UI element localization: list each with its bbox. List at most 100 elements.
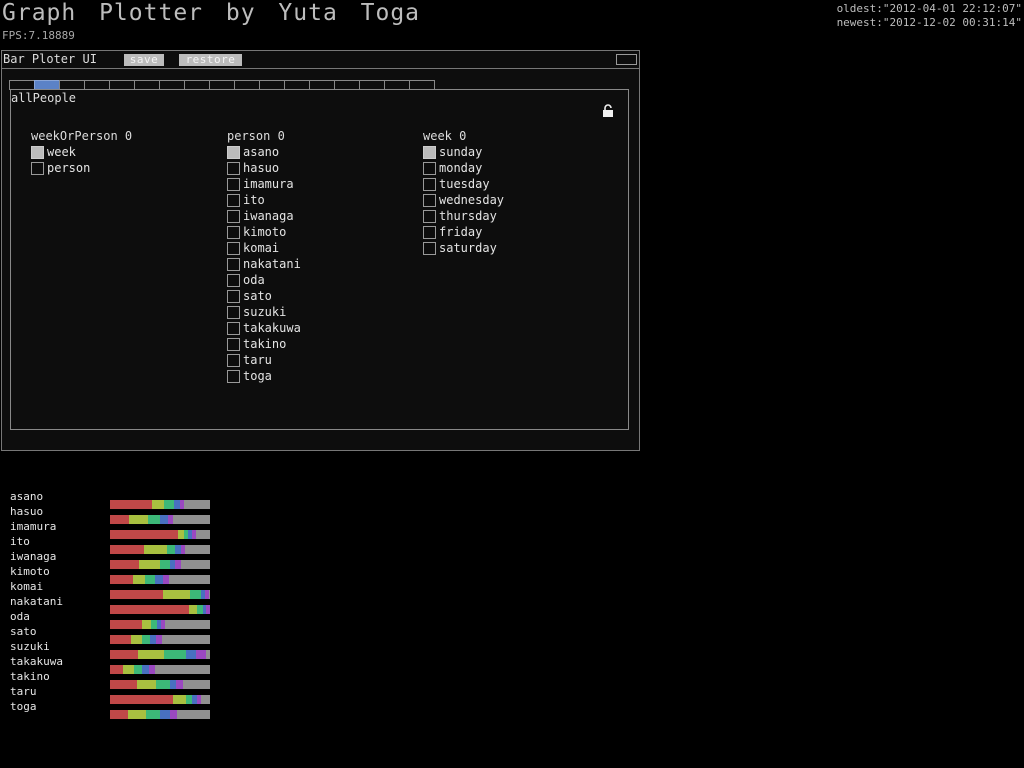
bar-label-oda: oda [10,610,30,623]
checkbox-takino[interactable]: takino [227,336,301,352]
checkbox-komai[interactable]: komai [227,240,301,256]
checkbox-box[interactable] [227,273,240,287]
checkbox-thursday[interactable]: thursday [423,208,504,224]
bar-segment [110,710,128,719]
checkbox-box[interactable] [227,353,240,367]
bar-segment [110,695,173,704]
checkbox-group-header: week 0 [423,129,467,143]
checkbox-ito[interactable]: ito [227,192,301,208]
restore-button[interactable]: restore [179,54,242,66]
checkbox-saturday[interactable]: saturday [423,240,504,256]
checkbox-box[interactable] [423,193,436,207]
checkbox-wednesday[interactable]: wednesday [423,192,504,208]
minimize-button[interactable] [616,54,637,65]
bar-segment [110,605,190,614]
bar-row-imamura [110,530,210,539]
bar-segment [110,620,142,629]
checkbox-label: oda [243,273,265,287]
bar-segment [146,710,160,719]
checkbox-week[interactable]: week [31,144,132,160]
bar-segment [110,590,163,599]
lock-icon[interactable] [601,104,615,118]
bar-segment [145,575,155,584]
checkbox-box[interactable] [227,193,240,207]
bar-segment [155,665,210,674]
bar-segment [163,590,190,599]
checkbox-box[interactable] [227,305,240,319]
checkbox-box[interactable] [423,161,436,175]
checkbox-box[interactable] [227,369,240,383]
bar-plotter-panel: Bar Ploter UI save restore allPeople wee… [1,50,640,451]
checkbox-sato[interactable]: sato [227,288,301,304]
checkbox-person[interactable]: person [31,160,132,176]
bar-segment [165,620,210,629]
checkbox-sunday[interactable]: sunday [423,144,504,160]
bar-segment [177,710,210,719]
bar-segment [148,515,160,524]
bar-segment [138,650,164,659]
checkbox-box[interactable] [423,177,436,191]
checkbox-box[interactable] [423,241,436,255]
bar-segment [189,605,198,614]
bar-row-takino [110,680,210,689]
checkbox-box[interactable] [227,177,240,191]
checkbox-box[interactable] [227,225,240,239]
bar-segment [110,515,129,524]
newest-timestamp: newest:"2012-12-02 00:31:14" [836,16,1022,29]
checkbox-suzuki[interactable]: suzuki [227,304,301,320]
checkbox-box[interactable] [227,289,240,303]
checkbox-box[interactable] [31,145,44,159]
checkbox-label: wednesday [439,193,505,207]
checkbox-tuesday[interactable]: tuesday [423,176,504,192]
checkbox-taru[interactable]: taru [227,352,301,368]
checkbox-label: monday [439,161,483,175]
bar-segment [144,545,167,554]
panel-title: Bar Ploter UI [3,52,97,66]
checkbox-box[interactable] [423,225,436,239]
bar-segment [173,695,186,704]
checkbox-box[interactable] [227,209,240,223]
checkbox-box[interactable] [227,145,240,159]
checkbox-box[interactable] [227,257,240,271]
checkbox-asano[interactable]: asano [227,144,301,160]
checkbox-oda[interactable]: oda [227,272,301,288]
checkbox-box[interactable] [227,241,240,255]
checkbox-box[interactable] [423,209,436,223]
bar-label-ito: ito [10,535,30,548]
checkbox-box[interactable] [227,337,240,351]
bar-segment [142,635,150,644]
checkbox-toga[interactable]: toga [227,368,301,384]
bar-segment [134,665,142,674]
checkbox-hasuo[interactable]: hasuo [227,160,301,176]
save-button[interactable]: save [124,54,164,66]
bar-segment [206,650,210,659]
bar-segment [137,680,156,689]
oldest-timestamp: oldest:"2012-04-01 22:12:07" [836,2,1022,15]
checkbox-imamura[interactable]: imamura [227,176,301,192]
bar-row-ito [110,545,210,554]
checkbox-iwanaga[interactable]: iwanaga [227,208,301,224]
checkbox-friday[interactable]: friday [423,224,504,240]
content-area: allPeople weekOrPerson 0 week person person… [10,89,629,430]
checkbox-label: nakatani [243,257,301,271]
bar-segment [176,680,183,689]
checkbox-nakatani[interactable]: nakatani [227,256,301,272]
checkbox-takakuwa[interactable]: takakuwa [227,320,301,336]
checkbox-box[interactable] [227,321,240,335]
checkbox-box[interactable] [423,145,436,159]
checkbox-label: tuesday [439,177,490,191]
checkbox-group-header: weekOrPerson 0 [31,129,133,143]
checkbox-monday[interactable]: monday [423,160,504,176]
checkbox-label: komai [243,241,280,255]
checkbox-kimoto[interactable]: kimoto [227,224,301,240]
bar-segment [128,710,146,719]
checkbox-label: takino [243,337,287,351]
bar-row-nakatani [110,605,210,614]
bar-label-sato: sato [10,625,37,638]
app-title: Graph Plotter by Yuta Toga [2,0,421,26]
checkbox-box[interactable] [31,161,44,175]
checkbox-box[interactable] [227,161,240,175]
bar-segment [139,560,160,569]
checkbox-group-0: weekOrPerson 0 week person [31,128,132,176]
bar-segment [110,530,178,539]
